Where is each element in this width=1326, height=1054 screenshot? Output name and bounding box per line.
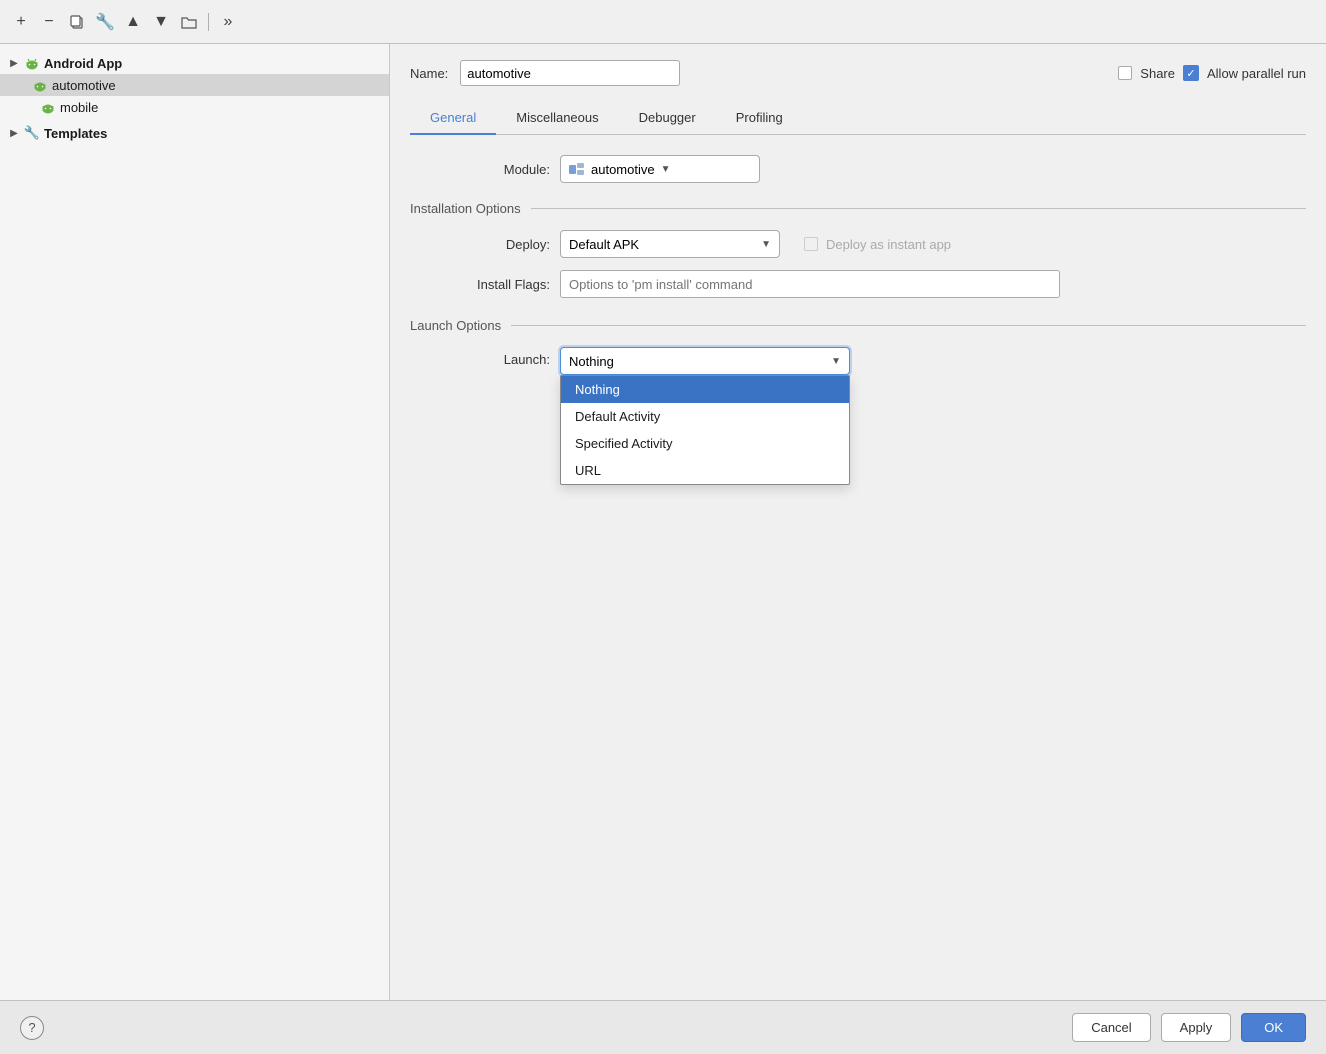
installation-options-section: Installation Options Deploy: Default APK… [410,201,1306,298]
sidebar: ▶ Android App [0,44,390,1000]
launch-dropdown[interactable]: Nothing ▼ [560,347,850,375]
sidebar-item-mobile[interactable]: mobile [0,96,389,118]
install-flags-label: Install Flags: [430,277,550,292]
android-icon-mobile [40,99,56,115]
name-input[interactable] [460,60,680,86]
launch-dropdown-container: Nothing ▼ Nothing Default Activity Speci… [560,347,850,375]
installation-options-title: Installation Options [410,201,521,216]
name-row: Name: Share ✓ Allow parallel run [410,60,1306,86]
remove-button[interactable]: − [38,11,60,33]
sidebar-item-templates[interactable]: ▶ 🔧 Templates [0,122,389,144]
help-button[interactable]: ? [20,1016,44,1040]
parallel-checkbox[interactable]: ✓ [1183,65,1199,81]
add-button[interactable]: + [10,11,32,33]
tree-arrow-templates: ▶ [8,127,20,139]
installation-options-line [531,208,1306,209]
deploy-dropdown-arrow: ▼ [761,239,771,250]
launch-options-title: Launch Options [410,318,501,333]
launch-row: Launch: Nothing ▼ Nothing Default Activi… [410,347,1306,375]
sidebar-label-templates: Templates [44,126,107,141]
sidebar-label-mobile: mobile [60,100,98,115]
tab-profiling[interactable]: Profiling [716,102,803,135]
bottom-bar: ? Cancel Apply OK [0,1000,1326,1054]
launch-option-specified-activity[interactable]: Specified Activity [561,430,849,457]
more-button[interactable]: » [217,11,239,33]
launch-option-url[interactable]: URL [561,457,849,484]
module-value: automotive [591,162,655,177]
tab-miscellaneous[interactable]: Miscellaneous [496,102,618,135]
launch-value: Nothing [569,354,614,369]
module-row: Module: automotive ▼ [410,155,1306,183]
right-panel: Name: Share ✓ Allow parallel run General… [390,44,1326,1000]
ok-button[interactable]: OK [1241,1013,1306,1042]
module-dropdown-arrow: ▼ [661,164,671,175]
wrench-icon-templates: 🔧 [24,125,40,141]
deploy-value: Default APK [569,237,639,252]
tab-general[interactable]: General [410,102,496,135]
install-flags-row: Install Flags: [410,270,1306,298]
sidebar-label-android-app: Android App [44,56,122,71]
wrench-button[interactable]: 🔧 [94,11,116,33]
deploy-row: Deploy: Default APK ▼ Deploy as instant … [410,230,1306,258]
instant-app-label: Deploy as instant app [826,237,951,252]
launch-label: Launch: [430,347,550,367]
name-label: Name: [410,66,448,81]
sidebar-item-android-app[interactable]: ▶ Android App [0,52,389,74]
parallel-label: Allow parallel run [1207,66,1306,81]
deploy-label: Deploy: [430,237,550,252]
tabs-row: General Miscellaneous Debugger Profiling [410,102,1306,135]
cancel-button[interactable]: Cancel [1072,1013,1150,1042]
launch-options-title-row: Launch Options [410,318,1306,333]
launch-dropdown-arrow: ▼ [831,356,841,367]
instant-app-row: Deploy as instant app [804,237,951,252]
move-down-button[interactable]: ▼ [150,11,172,33]
share-label: Share [1140,66,1175,81]
android-icon-automotive [32,77,48,93]
android-icon-androidapp [24,55,40,71]
toolbar: + − 🔧 ▲ ▼ » [0,0,1326,44]
apply-button[interactable]: Apply [1161,1013,1232,1042]
main-content: ▶ Android App [0,44,1326,1000]
share-row: Share ✓ Allow parallel run [1118,65,1306,81]
launch-option-default-activity[interactable]: Default Activity [561,403,849,430]
launch-options-line [511,325,1306,326]
sidebar-label-automotive: automotive [52,78,116,93]
installation-options-title-row: Installation Options [410,201,1306,216]
sidebar-item-automotive[interactable]: automotive [0,74,389,96]
instant-app-checkbox[interactable] [804,237,818,251]
share-checkbox[interactable] [1118,66,1132,80]
tab-debugger[interactable]: Debugger [619,102,716,135]
deploy-dropdown[interactable]: Default APK ▼ [560,230,780,258]
module-icon [569,162,585,176]
module-label: Module: [430,162,550,177]
launch-option-nothing[interactable]: Nothing [561,376,849,403]
launch-dropdown-popup: Nothing Default Activity Specified Activ… [560,375,850,485]
install-flags-input[interactable] [560,270,1060,298]
move-up-button[interactable]: ▲ [122,11,144,33]
folder-button[interactable] [178,11,200,33]
module-dropdown[interactable]: automotive ▼ [560,155,760,183]
toolbar-separator [208,13,209,31]
copy-button[interactable] [66,11,88,33]
launch-options-section: Launch Options Launch: Nothing ▼ Nothing… [410,318,1306,375]
tree-arrow-android-app: ▶ [8,57,20,69]
